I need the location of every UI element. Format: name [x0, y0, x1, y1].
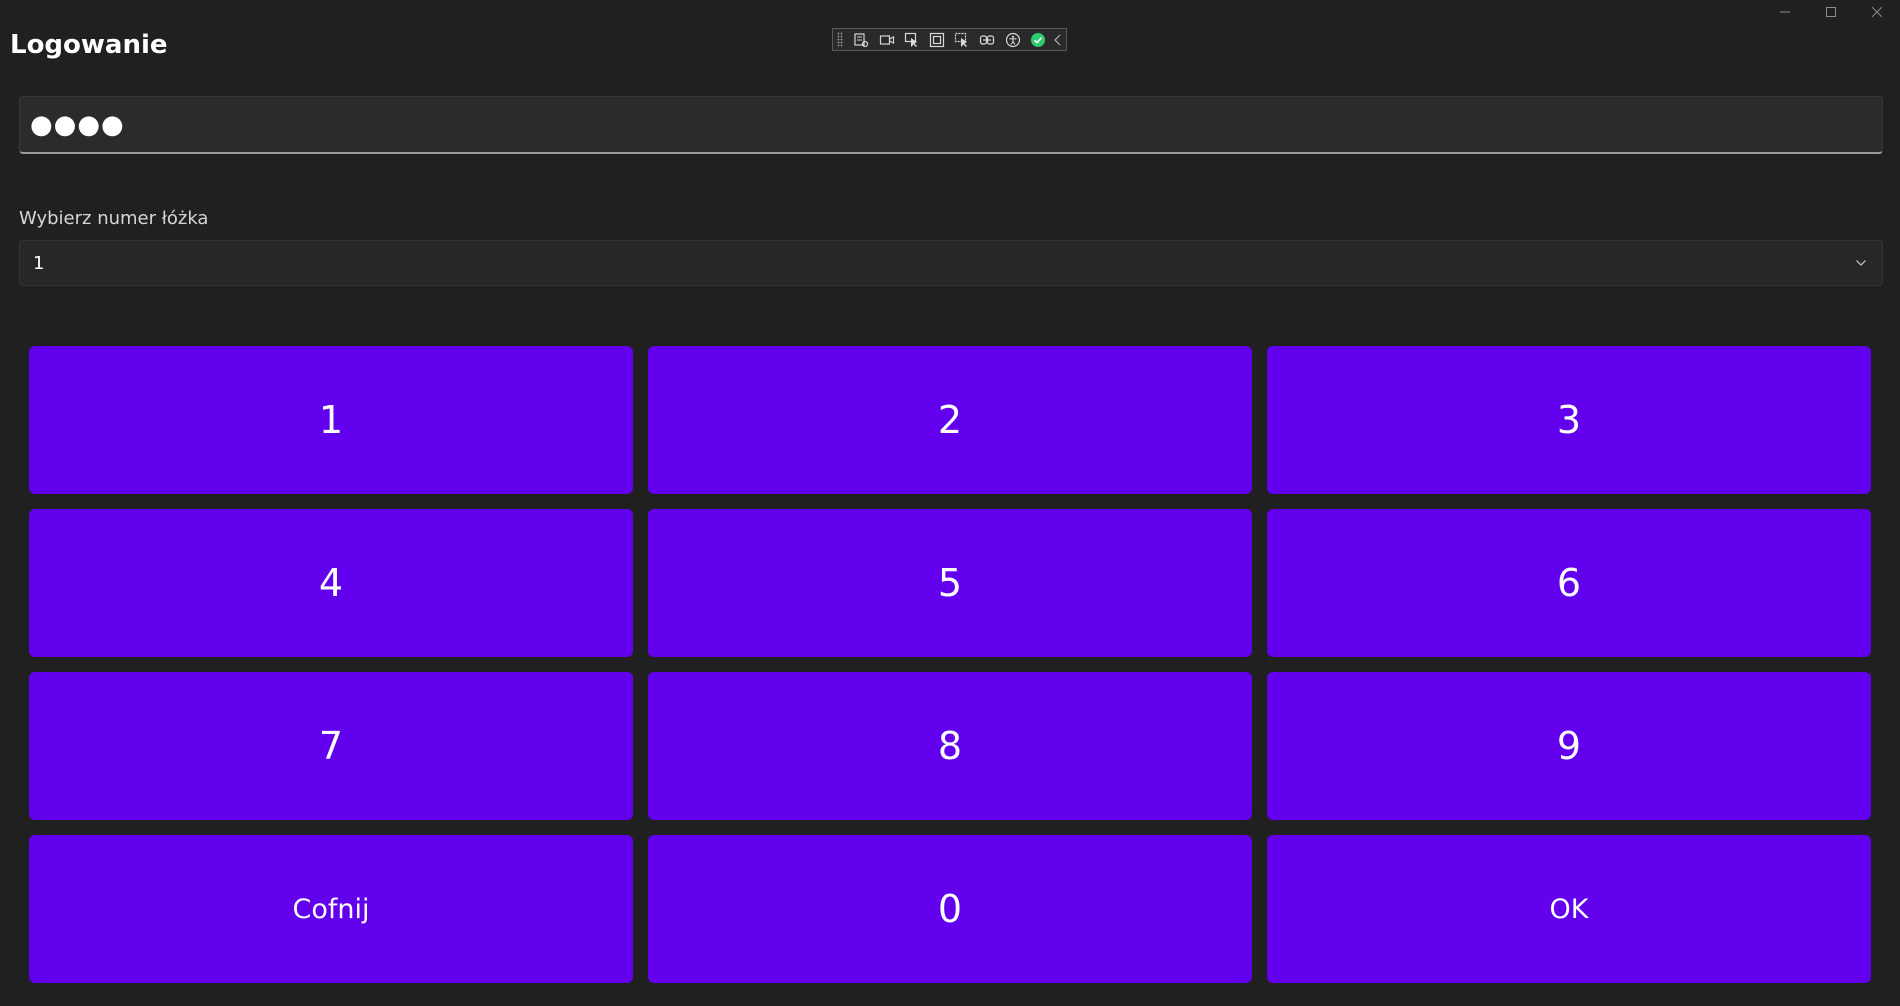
bed-select-label: Wybierz numer łóżka	[19, 208, 209, 229]
bed-select-value: 1	[33, 252, 45, 274]
page-title: Logowanie	[10, 30, 168, 60]
chevron-down-icon	[1854, 256, 1868, 270]
minimize-button[interactable]	[1762, 0, 1808, 24]
maximize-icon	[1826, 7, 1836, 17]
close-button[interactable]	[1854, 0, 1900, 24]
backspace-button[interactable]: Cofnij	[29, 835, 633, 983]
window-caption-controls	[1762, 0, 1900, 24]
key-5-button[interactable]: 5	[648, 509, 1252, 657]
login-window: Logowanie ●●●● Wybierz numer łóżka 1 1 2…	[0, 0, 1900, 1006]
key-6-button[interactable]: 6	[1267, 509, 1871, 657]
collapse-toolbar-icon[interactable]	[1050, 29, 1066, 50]
select-element-icon[interactable]	[899, 29, 924, 50]
key-8-button[interactable]: 8	[648, 672, 1252, 820]
key-2-button[interactable]: 2	[648, 346, 1252, 494]
live-visual-tree-icon[interactable]	[849, 29, 874, 50]
maximize-button[interactable]	[1808, 0, 1854, 24]
key-4-button[interactable]: 4	[29, 509, 633, 657]
ok-button[interactable]: OK	[1267, 835, 1871, 983]
xaml-debug-toolbar	[832, 28, 1067, 51]
display-layout-adorners-icon[interactable]	[924, 29, 949, 50]
key-9-button[interactable]: 9	[1267, 672, 1871, 820]
accessibility-checker-icon[interactable]	[1000, 29, 1025, 50]
key-1-button[interactable]: 1	[29, 346, 633, 494]
key-0-button[interactable]: 0	[648, 835, 1252, 983]
key-3-button[interactable]: 3	[1267, 346, 1871, 494]
minimize-icon	[1780, 11, 1790, 13]
pin-masked-value: ●●●●	[30, 109, 125, 140]
video-record-icon[interactable]	[874, 29, 899, 50]
binding-failures-icon[interactable]	[975, 29, 1000, 50]
pin-password-field[interactable]: ●●●●	[19, 96, 1883, 154]
bed-number-select[interactable]: 1	[19, 240, 1883, 286]
close-icon	[1872, 7, 1882, 17]
numeric-keypad: 1 2 3 4 5 6 7 8 9 Cofnij 0 OK	[29, 346, 1874, 983]
hot-reload-status-icon[interactable]	[1025, 29, 1050, 50]
track-focus-icon[interactable]	[950, 29, 975, 50]
key-7-button[interactable]: 7	[29, 672, 633, 820]
toolbar-grip-icon[interactable]	[837, 32, 843, 47]
